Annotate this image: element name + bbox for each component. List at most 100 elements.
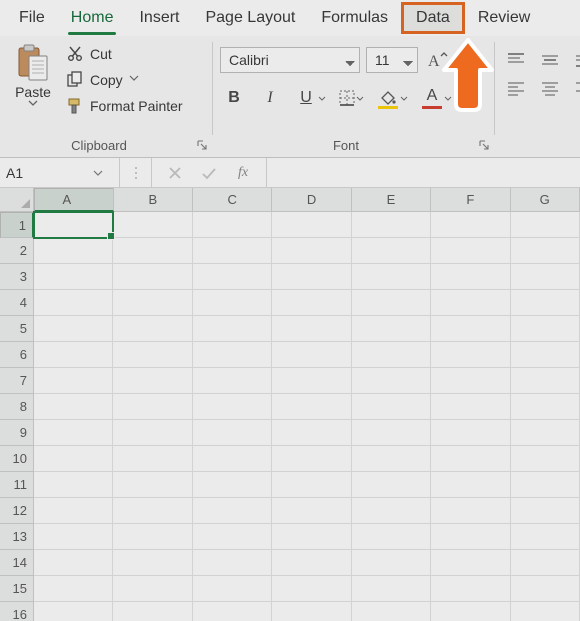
row-header[interactable]: 15 [0,576,34,602]
cell[interactable] [272,212,351,238]
cell[interactable] [34,446,113,472]
cell[interactable] [113,602,192,621]
row-header[interactable]: 2 [0,238,34,264]
row-header[interactable]: 14 [0,550,34,576]
cell[interactable] [272,472,351,498]
cell[interactable] [431,576,510,602]
cell[interactable] [431,316,510,342]
italic-button[interactable]: I [258,86,282,110]
cell[interactable] [34,212,113,238]
cell[interactable] [431,420,510,446]
cell[interactable] [113,498,192,524]
cell[interactable] [272,290,351,316]
align-middle-icon[interactable] [540,52,560,68]
align-top-icon[interactable] [506,52,526,68]
name-box-input[interactable] [0,165,88,181]
cells-area[interactable] [34,212,580,621]
column-header[interactable]: B [114,188,193,212]
cell[interactable] [34,238,113,264]
cell[interactable] [113,472,192,498]
cell[interactable] [34,576,113,602]
tab-review[interactable]: Review [465,3,543,33]
cell[interactable] [113,316,192,342]
cell[interactable] [113,394,192,420]
align-left-icon[interactable] [506,80,526,96]
underline-button[interactable]: U [294,86,326,110]
cell[interactable] [431,212,510,238]
cell[interactable] [193,316,272,342]
cell[interactable] [431,550,510,576]
cell[interactable] [272,394,351,420]
cell[interactable] [352,524,431,550]
cell[interactable] [113,368,192,394]
cell[interactable] [34,342,113,368]
cell[interactable] [511,212,580,238]
cell[interactable] [352,212,431,238]
cell[interactable] [511,472,580,498]
cell[interactable] [113,238,192,264]
cell[interactable] [511,238,580,264]
cell[interactable] [431,290,510,316]
increase-font-size-button[interactable]: A [424,46,450,74]
cell[interactable] [511,342,580,368]
cell[interactable] [113,550,192,576]
row-header[interactable]: 12 [0,498,34,524]
align-center-icon[interactable] [540,80,560,96]
cell[interactable] [34,264,113,290]
cell[interactable] [272,498,351,524]
column-header[interactable]: D [272,188,351,212]
align-right-icon[interactable] [574,80,580,96]
chevron-down-icon[interactable] [88,163,108,183]
copy-button[interactable]: Copy [64,70,185,90]
row-header[interactable]: 11 [0,472,34,498]
cell[interactable] [511,420,580,446]
row-header[interactable]: 10 [0,446,34,472]
formula-input[interactable] [267,165,580,181]
cell[interactable] [272,368,351,394]
select-all-corner[interactable] [0,188,34,212]
cell[interactable] [193,264,272,290]
paste-button[interactable]: Paste [8,42,58,116]
insert-function-button[interactable]: fx [234,164,252,182]
row-header[interactable]: 9 [0,420,34,446]
cell[interactable] [272,446,351,472]
cell[interactable] [193,446,272,472]
cell[interactable] [272,238,351,264]
cell[interactable] [352,316,431,342]
cell[interactable] [431,472,510,498]
cell[interactable] [272,342,351,368]
cell[interactable] [431,264,510,290]
cell[interactable] [352,290,431,316]
dialog-launcher-font[interactable] [478,139,490,151]
cell[interactable] [431,524,510,550]
cell[interactable] [193,290,272,316]
cell[interactable] [113,420,192,446]
cell[interactable] [113,290,192,316]
column-header[interactable]: A [34,188,114,212]
cell[interactable] [272,576,351,602]
cell[interactable] [193,212,272,238]
row-header[interactable]: 13 [0,524,34,550]
cell[interactable] [34,420,113,446]
cell[interactable] [113,576,192,602]
cell[interactable] [34,290,113,316]
column-header[interactable]: C [193,188,272,212]
cell[interactable] [511,602,580,621]
row-header[interactable]: 8 [0,394,34,420]
row-header[interactable]: 16 [0,602,34,621]
cell[interactable] [193,524,272,550]
cell[interactable] [352,550,431,576]
cell[interactable] [352,420,431,446]
cell[interactable] [113,342,192,368]
cell[interactable] [34,498,113,524]
row-header[interactable]: 6 [0,342,34,368]
cell[interactable] [352,342,431,368]
cell[interactable] [193,368,272,394]
cell[interactable] [352,602,431,621]
cell[interactable] [34,524,113,550]
cell[interactable] [511,394,580,420]
decrease-font-size-button[interactable]: A [456,46,462,74]
cell[interactable] [431,238,510,264]
cell[interactable] [352,368,431,394]
tab-insert[interactable]: Insert [126,3,192,33]
